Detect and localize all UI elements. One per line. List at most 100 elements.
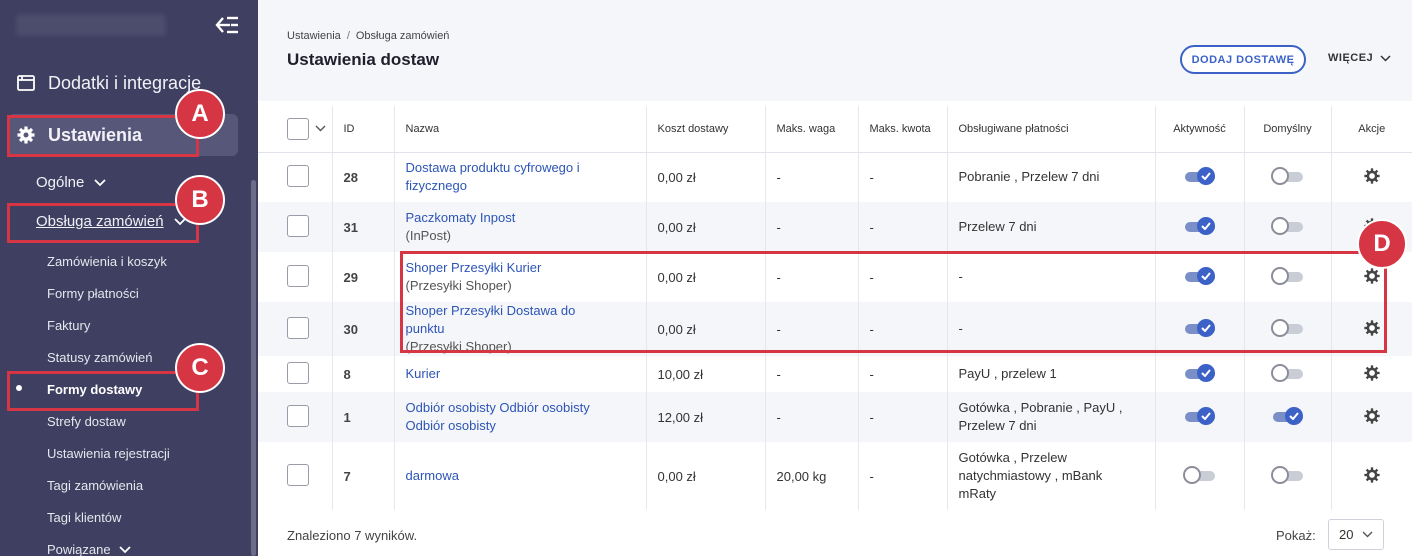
gear-icon[interactable] — [1363, 364, 1381, 382]
per-page-select[interactable]: 20 — [1328, 519, 1384, 550]
column-header-default[interactable]: Domyślny — [1243, 106, 1331, 153]
breadcrumb-order-handling[interactable]: Obsługa zamówień — [356, 30, 450, 42]
cell-cost: 10,00 zł — [645, 356, 765, 392]
gear-icon[interactable] — [1363, 466, 1381, 484]
default-toggle[interactable] — [1270, 216, 1303, 235]
sidebar-item-delivery-zones[interactable]: Strefy dostaw — [47, 414, 126, 429]
default-toggle[interactable] — [1272, 406, 1303, 425]
toggle-knob — [1196, 166, 1215, 185]
cell-default — [1243, 442, 1331, 510]
cell-weight: - — [764, 356, 858, 392]
table-row: 7 darmowa 0,00 zł 20,00 kg - Gotówka , Przele… — [258, 442, 1412, 510]
column-header-payments[interactable]: Obsługiwane płatności — [946, 106, 1155, 153]
add-delivery-button[interactable]: DODAJ DOSTAWĘ — [1180, 45, 1306, 74]
breadcrumb-separator: / — [346, 30, 350, 42]
window-icon — [17, 75, 35, 91]
annotation-badge-a: A — [175, 89, 225, 139]
per-page-label: Pokaż: — [1276, 528, 1316, 543]
cell-name: Kurier — [393, 356, 646, 392]
gear-icon[interactable] — [1363, 167, 1381, 185]
select-all-cell — [258, 106, 332, 153]
toggle-knob — [1196, 216, 1215, 235]
sidebar-item-order-statuses[interactable]: Statusy zamówień — [47, 350, 153, 365]
gear-icon[interactable] — [1363, 407, 1381, 425]
active-toggle[interactable] — [1184, 166, 1215, 185]
sidebar-item-registration-settings[interactable]: Ustawienia rejestracji — [47, 446, 170, 461]
delivery-name-link[interactable]: Kurier — [406, 365, 606, 383]
cell-default — [1243, 202, 1331, 252]
cell-payments: PayU , przelew 1 — [946, 356, 1155, 392]
row-checkbox[interactable] — [287, 361, 309, 384]
default-toggle[interactable] — [1270, 465, 1303, 484]
default-toggle[interactable] — [1270, 166, 1303, 185]
cell-weight: 20,00 kg — [764, 442, 858, 510]
delivery-name-link[interactable]: darmowa — [406, 467, 606, 485]
chevron-down-icon[interactable] — [315, 125, 326, 132]
cell-amount: - — [857, 392, 947, 442]
breadcrumb-settings[interactable]: Ustawienia — [287, 30, 341, 42]
column-header-name[interactable]: Nazwa — [393, 106, 646, 153]
row-select-cell — [258, 202, 332, 252]
row-checkbox[interactable] — [287, 264, 309, 287]
row-checkbox[interactable] — [287, 164, 309, 187]
cell-cost: 0,00 zł — [645, 442, 765, 510]
column-header-active[interactable]: Aktywność — [1154, 106, 1244, 153]
cell-id: 29 — [331, 252, 394, 302]
annotation-box-c — [7, 371, 199, 411]
cell-active — [1154, 392, 1244, 442]
results-count: Znaleziono 7 wyników. — [287, 528, 418, 543]
active-toggle[interactable] — [1184, 216, 1215, 235]
row-checkbox[interactable] — [287, 463, 309, 486]
cell-amount: - — [857, 202, 947, 252]
table-header-row: ID Nazwa Koszt dostawy Maks. waga Maks. … — [258, 106, 1412, 153]
row-select-cell — [258, 356, 332, 392]
collapse-sidebar-icon[interactable] — [214, 14, 240, 36]
sidebar-scrollbar[interactable] — [251, 180, 256, 556]
annotation-badge-c: C — [175, 343, 225, 393]
cell-name: darmowa — [393, 442, 646, 510]
column-header-amount[interactable]: Maks. kwota — [857, 106, 947, 153]
row-checkbox[interactable] — [287, 404, 309, 427]
column-header-cost[interactable]: Koszt dostawy — [645, 106, 765, 153]
sidebar-item-customer-tags[interactable]: Tagi klientów — [47, 510, 121, 525]
cell-id: 1 — [331, 392, 394, 442]
default-toggle[interactable] — [1270, 363, 1303, 382]
annotation-box-d — [400, 251, 1387, 353]
toggle-knob — [1270, 216, 1289, 235]
annotation-box-a — [7, 115, 199, 157]
cell-id: 28 — [331, 152, 394, 202]
delivery-name-link[interactable]: Paczkomaty Inpost — [406, 209, 606, 227]
sidebar-item-payment-forms[interactable]: Formy płatności — [47, 286, 139, 301]
cell-cost: 0,00 zł — [645, 202, 765, 252]
cell-name: Paczkomaty Inpost (InPost) — [393, 202, 646, 252]
cell-payments: Gotówka , Pobranie , PayU , Przelew 7 dn… — [946, 392, 1155, 442]
page-title: Ustawienia dostaw — [287, 50, 440, 69]
nav-addons[interactable]: Dodatki i integracje — [0, 68, 258, 98]
cell-actions — [1330, 152, 1412, 202]
table-row: 31 Paczkomaty Inpost (InPost) 0,00 zł - - Prze… — [258, 202, 1412, 252]
delivery-name-link[interactable]: Odbiór osobisty Odbiór osobisty Odbiór o… — [406, 399, 606, 435]
row-select-cell — [258, 442, 332, 510]
column-header-weight[interactable]: Maks. waga — [764, 106, 858, 153]
active-toggle[interactable] — [1184, 363, 1215, 382]
cell-amount: - — [857, 442, 947, 510]
sidebar-item-related[interactable]: Powiązane — [47, 542, 131, 556]
cell-active — [1154, 202, 1244, 252]
sidebar-item-order-tags[interactable]: Tagi zamówienia — [47, 478, 143, 493]
delivery-name-link[interactable]: Dostawa produktu cyfrowego i fizycznego — [406, 159, 606, 195]
sidebar-item-invoices[interactable]: Faktury — [47, 318, 90, 333]
active-toggle[interactable] — [1182, 465, 1215, 484]
active-toggle[interactable] — [1184, 406, 1215, 425]
column-header-id[interactable]: ID — [331, 106, 394, 153]
nav-general[interactable]: Ogólne — [36, 174, 107, 191]
toggle-knob — [1182, 465, 1201, 484]
sidebar-item-related-label: Powiązane — [47, 542, 111, 556]
nav-general-label: Ogólne — [36, 174, 85, 191]
row-checkbox[interactable] — [287, 214, 309, 237]
chevron-down-icon — [1362, 531, 1373, 538]
blurred-store-name — [16, 14, 166, 36]
row-checkbox[interactable] — [287, 316, 309, 339]
more-button[interactable]: WIĘCEJ — [1328, 52, 1391, 64]
sidebar-item-orders-cart[interactable]: Zamówienia i koszyk — [47, 254, 167, 269]
select-all-checkbox[interactable] — [287, 117, 309, 140]
